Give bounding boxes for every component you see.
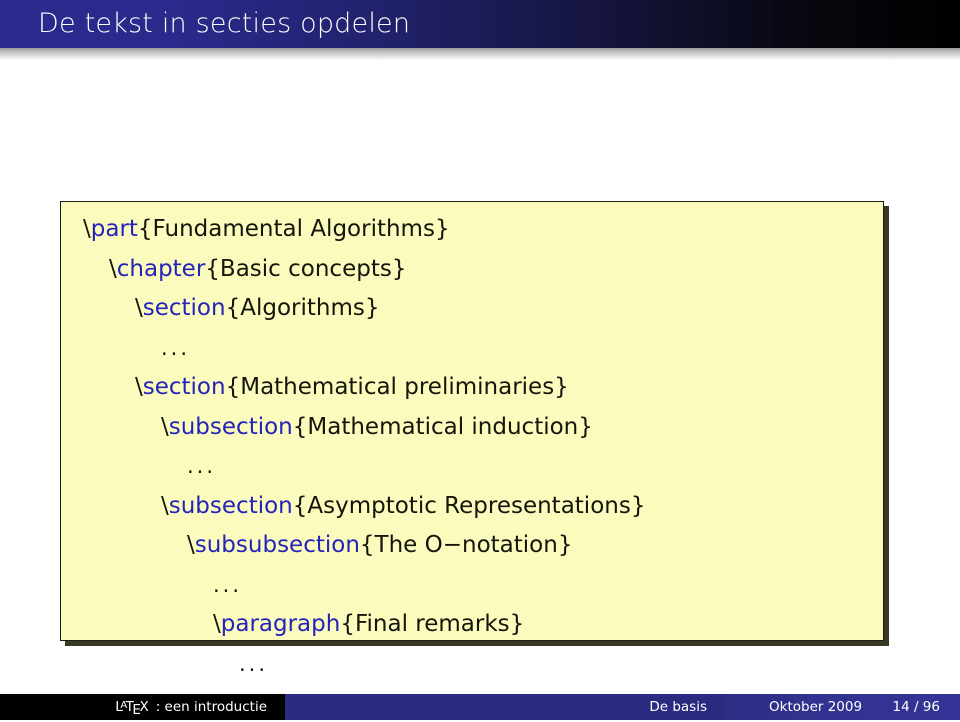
code-line: \section{Algorithms} — [61, 289, 883, 329]
slide-content-area: \part{Fundamental Algorithms} \chapter{Ba… — [0, 61, 960, 686]
header-shadow-divider — [0, 48, 960, 61]
code-line: \subsubsection{The O−notation} — [61, 526, 883, 566]
latex-command-argument: {Mathematical preliminaries} — [225, 374, 569, 400]
footer-date-label: Oktober 2009 — [769, 699, 863, 715]
code-line-ellipsis: ... — [61, 447, 883, 487]
latex-command-name: subsection — [168, 413, 293, 440]
slide-footer: LATEX: een introductie De basis Oktober … — [0, 694, 960, 720]
latex-command-name: section — [142, 374, 226, 400]
code-line-list: \part{Fundamental Algorithms} \chapter{Ba… — [61, 202, 883, 676]
latex-backslash: \ — [135, 295, 143, 321]
ellipsis-glyph: ... — [187, 454, 217, 478]
ellipsis-glyph: ... — [213, 572, 243, 597]
latex-command-argument: {Mathematical induction} — [292, 413, 593, 440]
latex-logo-x: X — [139, 699, 149, 715]
page-title: De tekst in secties opdelen — [38, 8, 411, 39]
code-line: \subsection{Mathematical induction} — [61, 408, 883, 448]
footer-section-label: De basis — [649, 699, 707, 715]
latex-logo: LATEX — [115, 694, 155, 722]
footer-author-label: LATEX: een introductie — [115, 694, 267, 722]
latex-command-name: paragraph — [220, 611, 341, 637]
code-line: \part{Fundamental Algorithms} — [61, 210, 883, 250]
code-line-ellipsis: ... — [61, 645, 883, 685]
latex-backslash: \ — [187, 532, 195, 558]
latex-backslash: \ — [135, 374, 143, 400]
latex-command-name: section — [142, 295, 226, 321]
latex-command-argument: {Basic concepts} — [205, 255, 407, 282]
latex-command-argument: {The O−notation} — [359, 532, 573, 558]
latex-backslash: \ — [213, 611, 221, 637]
footer-page-number: 14 / 96 — [892, 699, 941, 715]
latex-command-argument: {Algorithms} — [225, 295, 380, 321]
latex-command-argument: {Fundamental Algorithms} — [137, 216, 450, 242]
latex-backslash: \ — [161, 413, 169, 440]
code-line-ellipsis: ... — [61, 566, 883, 606]
latex-command-name: subsubsection — [194, 532, 360, 558]
code-line: \paragraph{Final remarks} — [61, 605, 883, 645]
latex-code-block: \part{Fundamental Algorithms} \chapter{Ba… — [60, 201, 884, 676]
latex-command-argument: {Asymptotic Representations} — [292, 492, 646, 519]
slide-header-bar: De tekst in secties opdelen — [0, 0, 960, 48]
code-line: \subsection{Asymptotic Representations} — [61, 487, 883, 527]
code-line: \section{Mathematical preliminaries} — [61, 368, 883, 408]
footer-author-section: LATEX: een introductie — [0, 694, 285, 720]
latex-backslash: \ — [109, 255, 117, 282]
footer-section-section: De basis — [285, 694, 725, 720]
ellipsis-glyph: ... — [239, 651, 269, 676]
footer-meta-section: Oktober 2009 14 / 96 — [725, 694, 960, 720]
latex-command-argument: {Final remarks} — [340, 611, 525, 637]
code-line: \chapter{Basic concepts} — [61, 250, 883, 290]
latex-backslash: \ — [161, 492, 169, 519]
code-line-ellipsis: ... — [61, 329, 883, 369]
latex-backslash: \ — [83, 216, 91, 242]
ellipsis-glyph: ... — [161, 335, 191, 360]
latex-command-name: part — [90, 216, 138, 242]
latex-command-name: subsection — [168, 492, 293, 519]
footer-author-suffix: : een introductie — [155, 699, 267, 715]
latex-command-name: chapter — [116, 255, 206, 282]
